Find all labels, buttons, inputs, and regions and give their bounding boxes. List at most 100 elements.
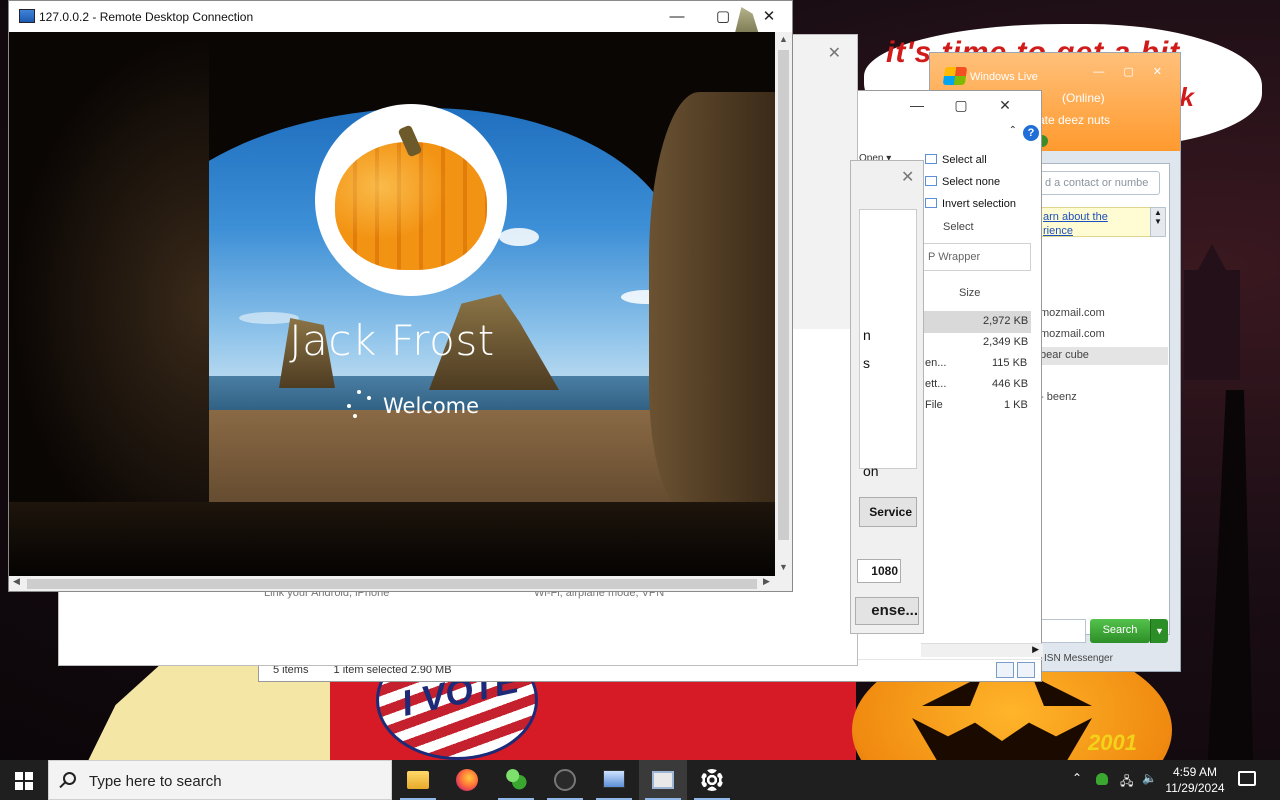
invert-selection-button[interactable]: Invert selection: [925, 198, 1016, 210]
msn-banner-scroll[interactable]: ▲ ▼: [1150, 207, 1166, 237]
file-type[interactable]: File: [925, 399, 943, 411]
select-none-label: Select none: [942, 176, 1001, 188]
scrollbar-thumb[interactable]: [778, 50, 789, 540]
taskbar: Type here to search ⌃ 🖧 🔈 4:59 AM 11/29/…: [0, 760, 1280, 800]
taskbar-search-box[interactable]: Type here to search: [48, 760, 392, 800]
file-type[interactable]: en...: [925, 357, 946, 369]
file-size[interactable]: 115 KB: [992, 357, 1027, 369]
search-icon: [63, 772, 76, 785]
file-size[interactable]: 446 KB: [992, 378, 1028, 390]
msn-status[interactable]: (Online): [1062, 91, 1105, 105]
msn-contact-item[interactable]: mozmail.com: [1040, 307, 1105, 319]
invert-selection-label: Invert selection: [942, 198, 1016, 210]
file-type[interactable]: ett...: [925, 378, 946, 390]
taskbar-app-file-explorer[interactable]: [394, 760, 442, 800]
view-toggle[interactable]: [993, 662, 1035, 681]
taskbar-app-window[interactable]: [639, 760, 687, 800]
close-icon[interactable]: ✕: [983, 97, 1027, 114]
taskbar-app-remote-desktop[interactable]: [590, 760, 638, 800]
rdp-horizontal-scrollbar[interactable]: ◀ ▶: [9, 576, 775, 591]
minimize-icon[interactable]: —: [654, 1, 700, 32]
folder-icon: [407, 771, 429, 789]
scroll-up-icon[interactable]: ▲: [775, 34, 792, 44]
maximize-icon[interactable]: ▢: [939, 97, 983, 114]
rdp-remote-screen[interactable]: Jack Frost Welcome: [9, 32, 775, 576]
windows-logo-icon: [25, 782, 33, 790]
msn-contact-item[interactable]: - beenz: [1040, 391, 1077, 403]
taskbar-app-settings[interactable]: [688, 760, 736, 800]
dark-app-icon: [554, 769, 576, 791]
msn-banner-link[interactable]: arn about the rience: [1038, 207, 1154, 237]
pumpkin-mouth: [912, 718, 1092, 760]
welcome-text: Welcome: [383, 394, 480, 418]
ribbon-collapse-icon[interactable]: ⌃: [1009, 125, 1017, 136]
start-button[interactable]: [0, 760, 48, 800]
network-icon[interactable]: 🖧: [1120, 772, 1133, 800]
remote-desktop-icon: [603, 770, 625, 788]
lockscreen-cave-bottom: [9, 502, 775, 576]
help-icon[interactable]: ?: [1023, 125, 1039, 141]
close-icon[interactable]: ✕: [901, 167, 914, 187]
rdp-window-title: 127.0.0.2 - Remote Desktop Connection: [39, 10, 254, 24]
lockscreen-cloud: [499, 228, 539, 246]
scroll-down-icon[interactable]: ▼: [775, 562, 792, 572]
msn-contact-search-input[interactable]: d a contact or numbe: [1038, 171, 1160, 195]
msn-personal-message[interactable]: rate deez nuts: [1034, 113, 1110, 127]
scrollbar-thumb[interactable]: [27, 579, 757, 589]
notification-center-icon[interactable]: [1238, 771, 1256, 786]
windows-logo-icon: [25, 772, 33, 780]
spinner-dot: [353, 414, 357, 418]
pumpkin-avatar-icon: [335, 142, 487, 270]
explorer-horizontal-scrollbar[interactable]: ▶: [921, 643, 1043, 657]
msn-search-dropdown-icon[interactable]: ▼: [1150, 619, 1168, 643]
dialog-text: s: [863, 355, 870, 371]
close-icon[interactable]: ✕: [828, 43, 841, 63]
large-icons-view-icon[interactable]: [1017, 662, 1035, 678]
loading-spinner-icon: [343, 390, 375, 422]
user-name: Jack Frost: [289, 316, 495, 365]
taskbar-clock[interactable]: 4:59 AM 11/29/2024: [1160, 764, 1230, 796]
port-input[interactable]: 1080: [857, 559, 901, 583]
windows-logo-icon: [15, 772, 23, 780]
scroll-right-icon[interactable]: ▶: [763, 576, 770, 587]
tray-overflow-icon[interactable]: ⌃: [1072, 771, 1082, 800]
scroll-left-icon[interactable]: ◀: [13, 576, 20, 587]
msn-contact-item-selected[interactable]: bear cube: [1040, 347, 1168, 365]
service-button[interactable]: Service: [859, 497, 917, 527]
select-all-icon: [925, 154, 937, 164]
explorer-search-input[interactable]: P Wrapper: [921, 243, 1031, 271]
rdp-window-controls[interactable]: — ▢ ✕: [654, 1, 792, 32]
rdp-vertical-scrollbar[interactable]: ▲ ▼: [775, 32, 792, 576]
wallpaper-signature: 2001: [1088, 730, 1137, 755]
remote-desktop-window[interactable]: 127.0.0.2 - Remote Desktop Connection — ▢…: [8, 0, 793, 592]
msn-search-button[interactable]: Search: [1090, 619, 1150, 643]
file-size[interactable]: 2,972 KB: [983, 315, 1028, 327]
msn-contact-item[interactable]: mozmail.com: [1040, 328, 1105, 340]
msn-banner-line2[interactable]: rience: [1043, 224, 1149, 238]
license-button[interactable]: ense...: [855, 597, 919, 625]
wallpaper-church: [1184, 244, 1240, 380]
rdp-titlebar[interactable]: 127.0.0.2 - Remote Desktop Connection — ▢…: [9, 1, 792, 41]
msn-banner-line1[interactable]: arn about the: [1043, 210, 1149, 224]
select-none-button[interactable]: Select none: [925, 176, 1000, 188]
taskbar-app-messenger[interactable]: [492, 760, 540, 800]
msn-web-search-input[interactable]: [1038, 619, 1086, 643]
windows-live-icon: [942, 67, 968, 85]
file-size[interactable]: 2,349 KB: [983, 336, 1028, 348]
volume-icon[interactable]: 🔈: [1142, 771, 1157, 800]
spinner-dot: [347, 404, 351, 408]
taskbar-app-dark[interactable]: [541, 760, 589, 800]
msn-footer: ISN Messenger: [1044, 653, 1113, 664]
select-all-button[interactable]: Select all: [925, 154, 987, 166]
column-header-size[interactable]: Size: [959, 287, 980, 299]
spinner-dot: [367, 396, 371, 400]
details-view-icon[interactable]: [996, 662, 1014, 678]
tray-people-icon[interactable]: [1096, 770, 1110, 786]
msn-window-controls[interactable]: — ▢ ✕: [1093, 65, 1170, 78]
proxy-settings-dialog[interactable]: ✕ n s on Service 1080 ense...: [850, 160, 924, 634]
dialog-text: n: [863, 327, 871, 343]
explorer-window-controls[interactable]: — ▢ ✕: [895, 97, 1027, 114]
minimize-icon[interactable]: —: [895, 97, 939, 113]
file-size[interactable]: 1 KB: [1004, 399, 1028, 411]
taskbar-app-firefox[interactable]: [443, 760, 491, 800]
